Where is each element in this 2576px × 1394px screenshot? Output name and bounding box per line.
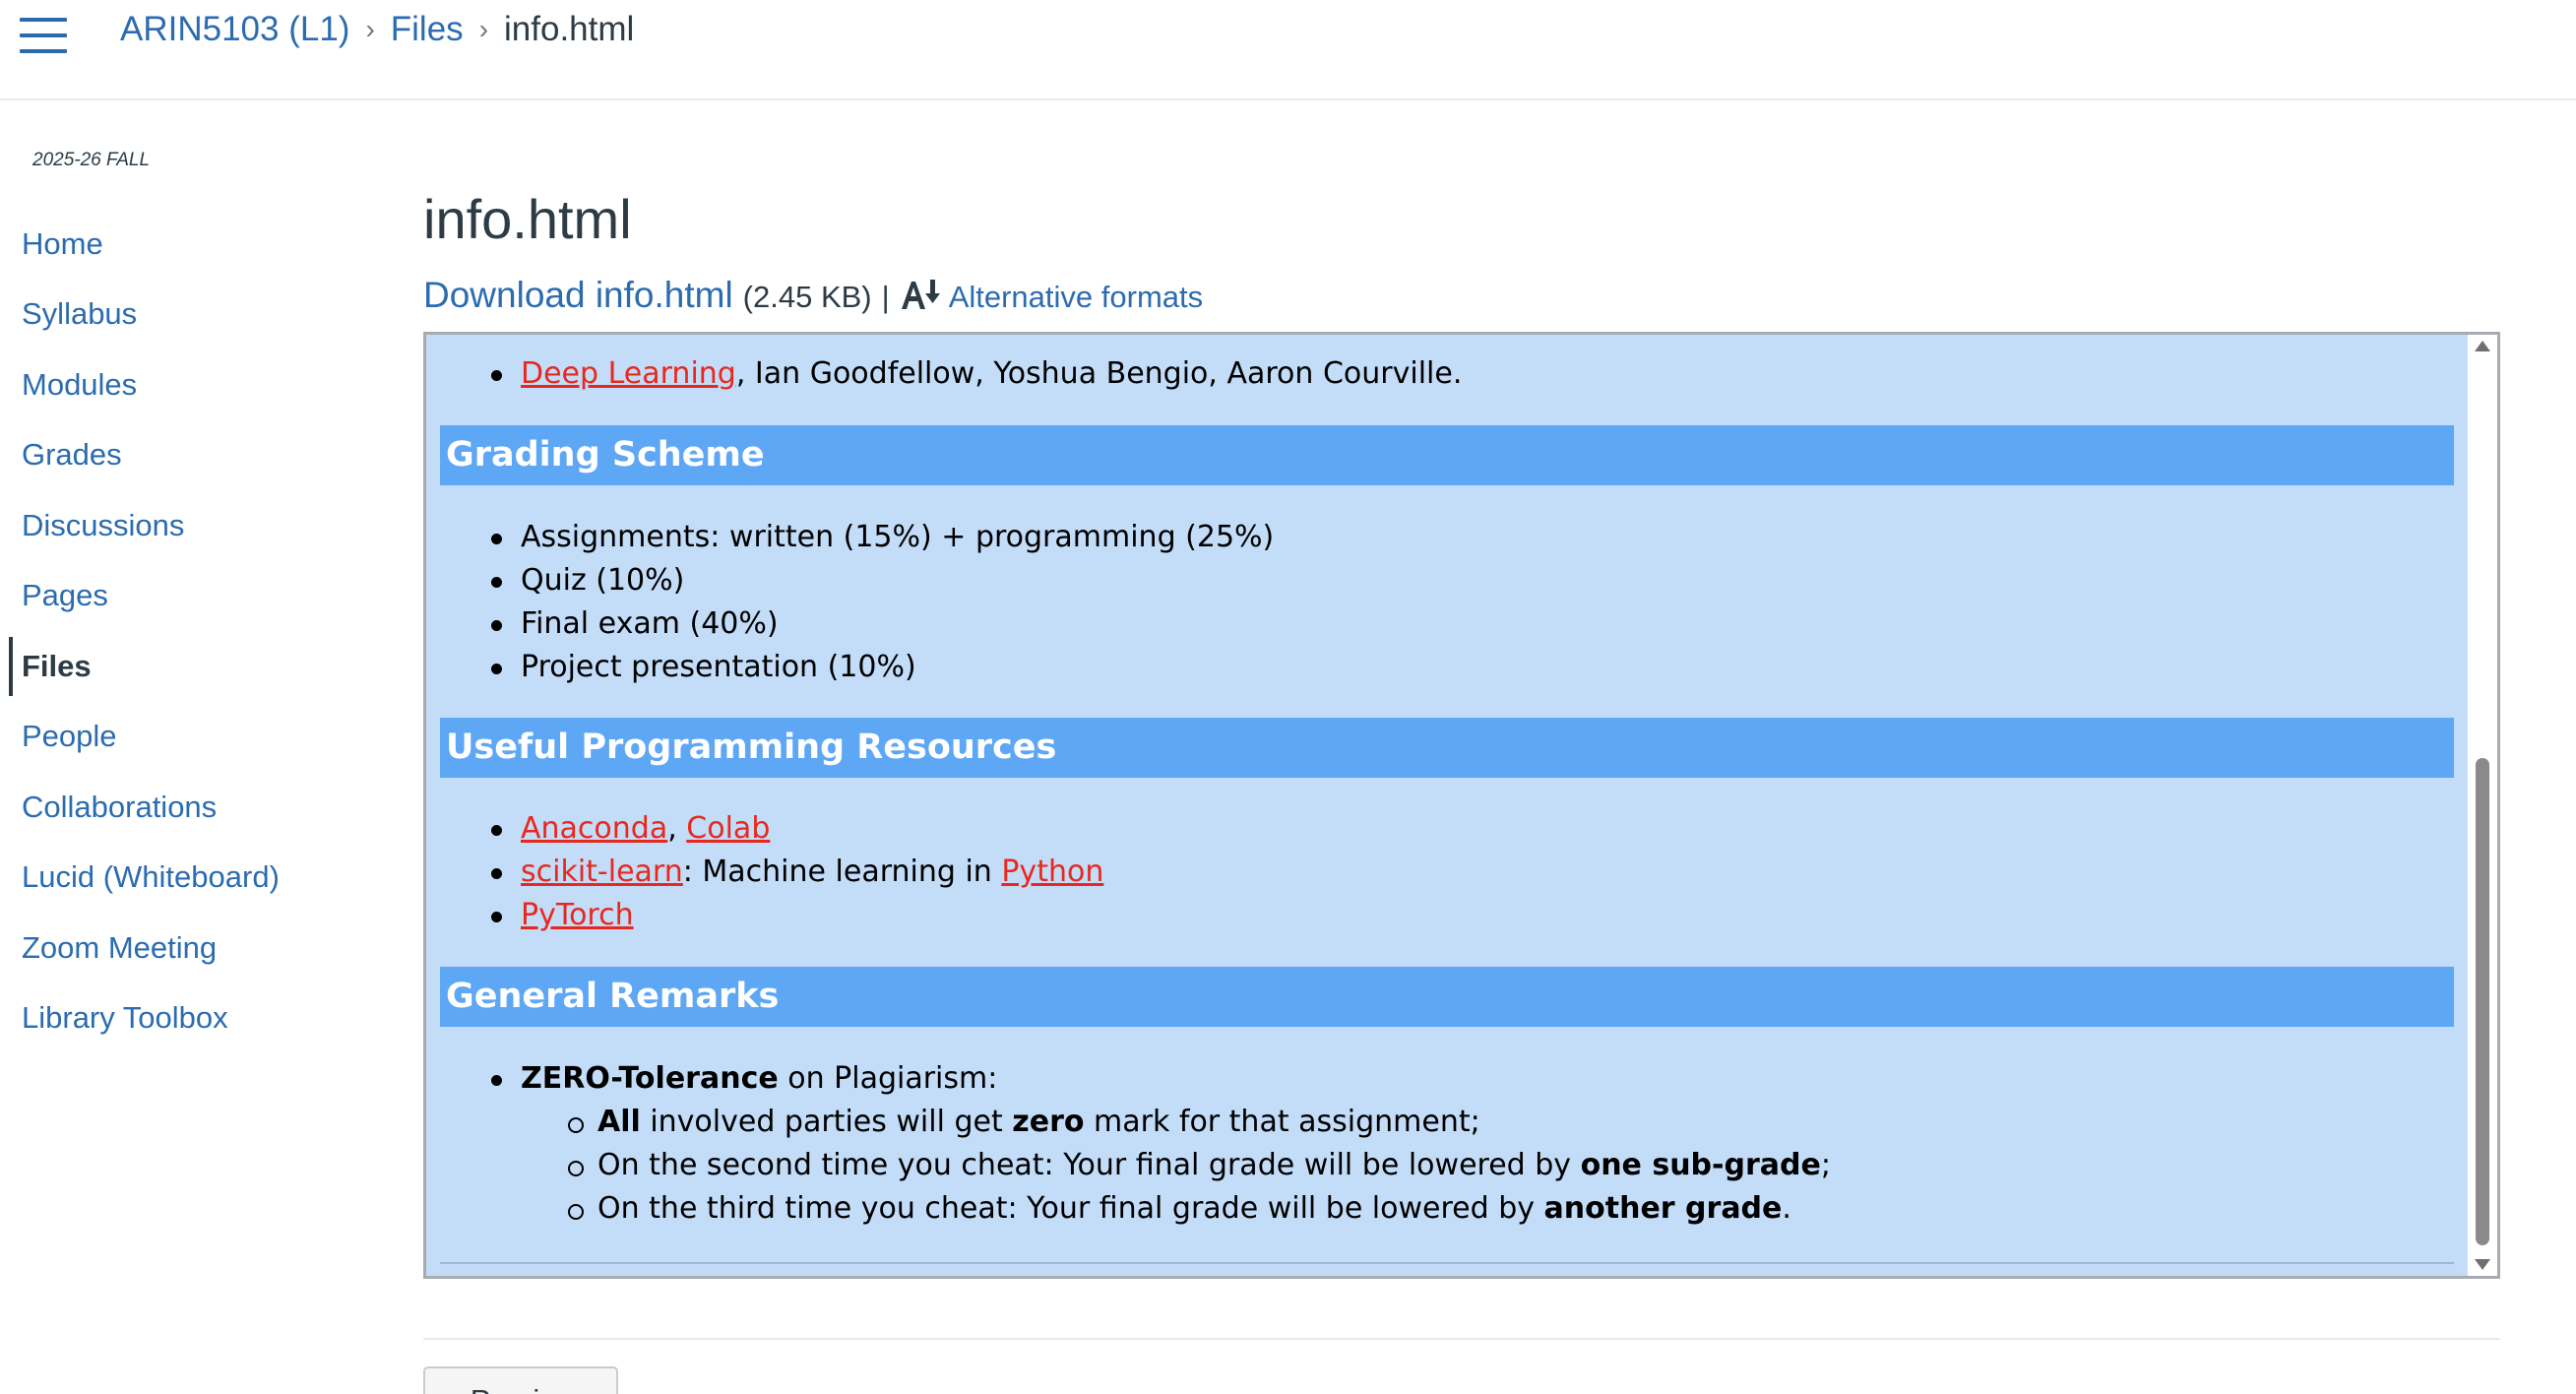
- sidebar-item-collaborations[interactable]: Collaborations: [0, 772, 374, 843]
- file-preview-content: Deep Learning, Ian Goodfellow, Yoshua Be…: [426, 335, 2470, 1276]
- remark-3-text: On the third time you cheat: Your final …: [597, 1191, 1544, 1226]
- sidebar-item-pages[interactable]: Pages: [0, 561, 374, 632]
- hamburger-menu-icon[interactable]: [20, 16, 67, 55]
- ml-text: : Machine learning in: [682, 855, 1002, 889]
- sidebar-item-syllabus[interactable]: Syllabus: [0, 280, 374, 350]
- previous-label: Previous: [471, 1383, 590, 1394]
- previous-button[interactable]: Previous: [423, 1366, 618, 1394]
- remark-1-text: involved parties will get: [640, 1105, 1013, 1139]
- content-divider: [423, 1338, 2500, 1340]
- remark-1-end: mark for that assignment;: [1084, 1105, 1480, 1139]
- breadcrumb-chevron-icon: ›: [365, 14, 375, 44]
- preview-bottom-rule: [440, 1262, 2454, 1264]
- scroll-down-arrow-icon[interactable]: [2475, 1259, 2490, 1270]
- grading-scheme-heading: Grading Scheme: [440, 425, 2454, 485]
- remark-2-end: ;: [1820, 1148, 1831, 1182]
- top-bar: ARIN5103 (L1) › Files › info.html: [0, 0, 2576, 100]
- list-item: scikit-learn: Machine learning in Python: [490, 851, 1103, 894]
- python-link[interactable]: Python: [1001, 855, 1103, 889]
- sidebar-item-zoom-meeting[interactable]: Zoom Meeting: [0, 913, 374, 983]
- course-nav-list: Home Syllabus Modules Grades Discussions…: [0, 209, 374, 1053]
- sidebar-item-grades[interactable]: Grades: [0, 420, 374, 491]
- sidebar-item-discussions[interactable]: Discussions: [0, 490, 374, 561]
- sidebar-item-home[interactable]: Home: [0, 209, 374, 280]
- sub-list-item: On the third time you cheat: Your final …: [568, 1187, 1831, 1231]
- list-item: Project presentation (10%): [490, 646, 1274, 689]
- anaconda-link[interactable]: Anaconda: [521, 811, 667, 846]
- file-size: (2.45 KB): [742, 280, 872, 314]
- general-remarks-heading: General Remarks: [440, 967, 2454, 1027]
- another-grade-bold: another grade: [1543, 1191, 1783, 1226]
- breadcrumb-chevron-icon: ›: [478, 14, 489, 44]
- list-item: ZERO-Tolerance on Plagiarism:: [491, 1057, 1831, 1101]
- reference-list: Deep Learning, Ian Goodfellow, Yoshua Be…: [490, 352, 1463, 396]
- list-item: Final exam (40%): [490, 602, 1274, 646]
- term-label: 2025-26 FALL: [32, 150, 151, 170]
- reference-authors: , Ian Goodfellow, Yoshua Bengio, Aaron C…: [735, 356, 1463, 391]
- comma-text: ,: [667, 811, 687, 846]
- zero-bold: zero: [1012, 1105, 1085, 1139]
- alternative-formats-link[interactable]: Alternative formats: [949, 280, 1203, 315]
- resources-list: Anaconda, Colab scikit-learn: Machine le…: [490, 807, 1103, 937]
- scikit-learn-link[interactable]: scikit-learn: [521, 855, 683, 889]
- sub-list-item: On the second time you cheat: Your final…: [568, 1144, 1831, 1187]
- remark-3-end: .: [1782, 1191, 1791, 1226]
- all-bold: All: [597, 1105, 641, 1139]
- separator: |: [881, 280, 890, 314]
- sub-list-item: All involved parties will get zero mark …: [568, 1101, 1831, 1144]
- file-preview-frame[interactable]: Deep Learning, Ian Goodfellow, Yoshua Be…: [423, 332, 2500, 1279]
- scroll-thumb[interactable]: [2476, 758, 2489, 1245]
- remarks-list: ZERO-Tolerance on Plagiarism: All involv…: [491, 1057, 1831, 1231]
- list-item: Deep Learning, Ian Goodfellow, Yoshua Be…: [490, 352, 1463, 396]
- breadcrumb-course-link[interactable]: ARIN5103 (L1): [120, 10, 349, 49]
- zero-tolerance-text: on Plagiarism:: [778, 1061, 998, 1096]
- sidebar-item-lucid-whiteboard[interactable]: Lucid (Whiteboard): [0, 843, 374, 914]
- alternative-formats-icon[interactable]: [900, 278, 943, 311]
- list-item: Anaconda, Colab: [490, 807, 1103, 851]
- grading-list: Assignments: written (15%) + programming…: [490, 516, 1274, 689]
- breadcrumb: ARIN5103 (L1) › Files › info.html: [120, 8, 634, 51]
- pytorch-link[interactable]: PyTorch: [521, 898, 634, 932]
- preview-scrollbar[interactable]: [2468, 335, 2497, 1276]
- sidebar-item-files[interactable]: Files: [0, 631, 374, 702]
- programming-resources-heading: Useful Programming Resources: [440, 718, 2454, 778]
- scroll-up-arrow-icon[interactable]: [2475, 341, 2490, 351]
- breadcrumb-files-link[interactable]: Files: [391, 10, 464, 49]
- one-sub-grade-bold: one sub-grade: [1580, 1148, 1821, 1182]
- deep-learning-link[interactable]: Deep Learning: [521, 356, 736, 391]
- page-title: info.html: [423, 188, 632, 250]
- list-item: Assignments: written (15%) + programming…: [490, 516, 1274, 559]
- sidebar-item-modules[interactable]: Modules: [0, 349, 374, 420]
- list-item: Quiz (10%): [490, 559, 1274, 602]
- zero-tolerance-bold: ZERO-Tolerance: [521, 1061, 779, 1096]
- download-row: Download info.html (2.45 KB) | Alternati…: [423, 274, 1203, 323]
- sidebar-item-people[interactable]: People: [0, 702, 374, 773]
- list-item: PyTorch: [490, 894, 1103, 937]
- colab-link[interactable]: Colab: [686, 811, 770, 846]
- remark-2-text: On the second time you cheat: Your final…: [597, 1148, 1581, 1182]
- download-link[interactable]: Download info.html: [423, 275, 733, 316]
- breadcrumb-current: info.html: [504, 10, 635, 48]
- sidebar-item-library-toolbox[interactable]: Library Toolbox: [0, 983, 374, 1054]
